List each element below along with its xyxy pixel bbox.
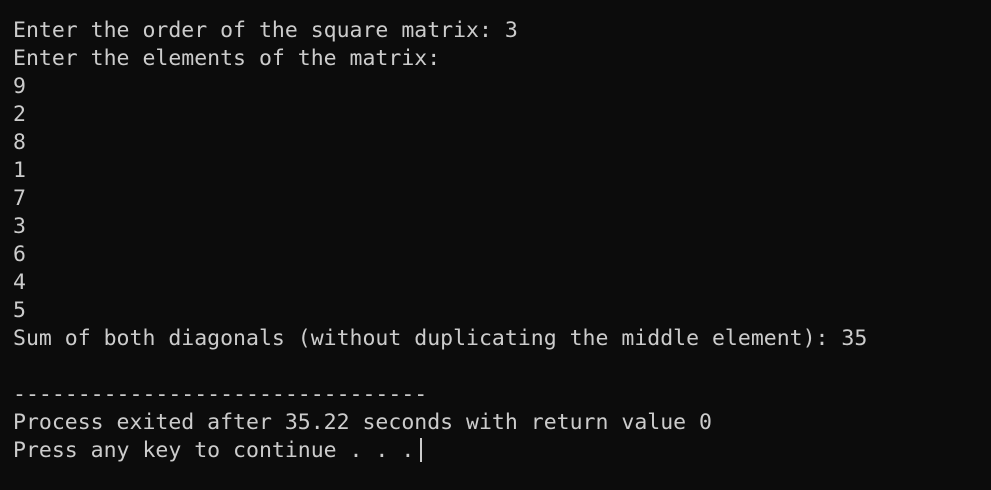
order-prompt-line: Enter the order of the square matrix: 3 — [13, 18, 518, 43]
input-element-line: 6 — [13, 242, 26, 267]
text-cursor — [420, 437, 423, 462]
input-element-line: 2 — [13, 102, 26, 127]
console-window[interactable]: Enter the order of the square matrix: 3 … — [0, 0, 991, 490]
input-element-line: 7 — [13, 186, 26, 211]
input-element-line: 5 — [13, 298, 26, 323]
input-element-line: 1 — [13, 158, 26, 183]
process-exit-line: Process exited after 35.22 seconds with … — [13, 410, 712, 435]
elements-prompt-line: Enter the elements of the matrix: — [13, 46, 441, 71]
continue-prompt-line: Press any key to continue . . . — [13, 437, 991, 465]
input-element-line: 8 — [13, 130, 26, 155]
input-element-line: 3 — [13, 214, 26, 239]
input-element-line: 4 — [13, 270, 26, 295]
result-line: Sum of both diagonals (without duplicati… — [13, 326, 868, 351]
separator-line: -------------------------------- — [13, 382, 428, 407]
continue-prompt-text: Press any key to continue . . . — [13, 438, 415, 463]
input-element-line: 9 — [13, 74, 26, 99]
